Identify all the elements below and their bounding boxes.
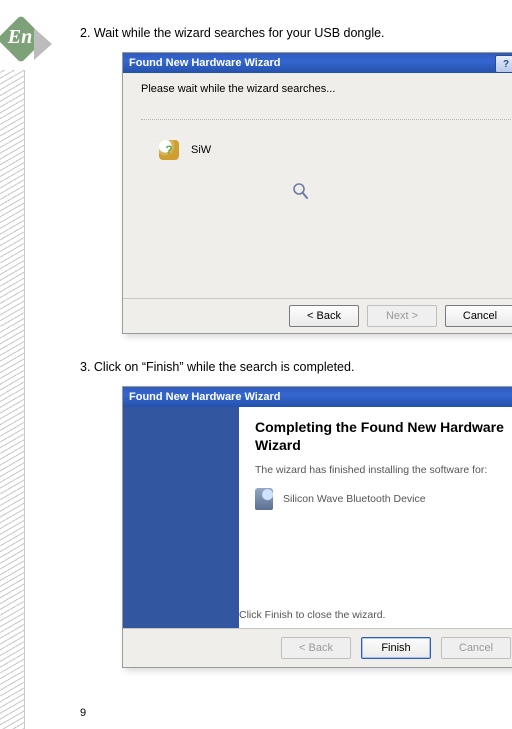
wizard-complete-subtext: The wizard has finished installing the s…	[255, 464, 511, 476]
finish-button[interactable]: Finish	[361, 637, 431, 659]
back-button-label: < Back	[299, 642, 333, 654]
device-icon	[255, 488, 273, 510]
wizard-side-banner	[123, 407, 239, 629]
next-button-label: Next >	[386, 310, 418, 322]
wizard-footer-hint: Click Finish to close the wizard.	[239, 609, 385, 621]
back-button-label: < Back	[307, 310, 341, 322]
titlebar: Found New Hardware Wizard ?	[123, 53, 512, 73]
finish-button-label: Finish	[381, 642, 410, 654]
back-button: < Back	[281, 637, 351, 659]
hardware-wizard-complete-window: Found New Hardware Wizard Completing the…	[122, 386, 512, 668]
button-bar: < Back Next > Cancel	[123, 298, 512, 333]
search-area: ? SiW	[141, 119, 511, 170]
help-button[interactable]: ?	[495, 55, 512, 73]
question-icon: ?	[159, 140, 179, 160]
search-label: SiW	[191, 144, 211, 156]
cancel-button: Cancel	[441, 637, 511, 659]
device-name: Silicon Wave Bluetooth Device	[283, 493, 426, 505]
cancel-button[interactable]: Cancel	[445, 305, 512, 327]
hardware-wizard-searching-window: Found New Hardware Wizard ? Please wait …	[122, 52, 512, 334]
step-2-text: 2. Wait while the wizard searches for yo…	[80, 26, 500, 40]
language-badge: En	[4, 22, 54, 72]
back-button[interactable]: < Back	[289, 305, 359, 327]
page-left-decoration: En	[0, 0, 50, 729]
wizard-complete-heading: Completing the Found New Hardware Wizard	[255, 419, 511, 454]
language-badge-label: En	[0, 26, 40, 49]
next-button: Next >	[367, 305, 437, 327]
hatch-strip	[0, 70, 25, 729]
button-bar: < Back Finish Cancel	[123, 628, 512, 667]
window-title: Found New Hardware Wizard	[129, 57, 280, 69]
window-title: Found New Hardware Wizard	[129, 391, 280, 403]
page-number: 9	[80, 707, 86, 719]
cancel-button-label: Cancel	[463, 310, 497, 322]
search-instruction: Please wait while the wizard searches...	[123, 73, 512, 103]
cancel-button-label: Cancel	[459, 642, 493, 654]
titlebar: Found New Hardware Wizard	[123, 387, 512, 407]
step-3-text: 3. Click on “Finish” while the search is…	[80, 360, 500, 374]
magnifier-icon	[293, 183, 309, 201]
